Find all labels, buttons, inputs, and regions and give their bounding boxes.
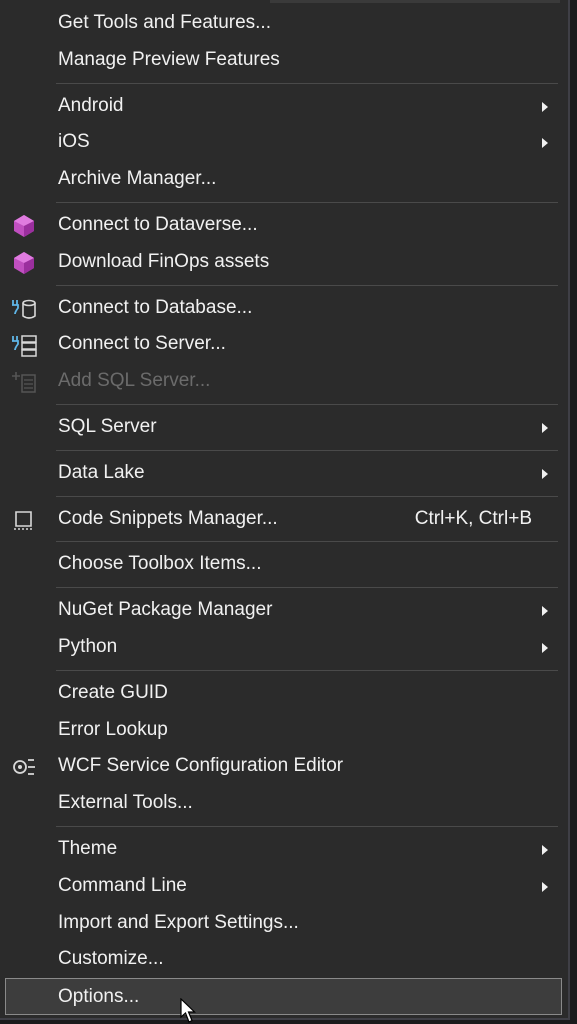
menu-item-label: Theme	[58, 837, 118, 859]
menu-item-label: Create GUID	[58, 681, 168, 703]
menu-item-command-line[interactable]: Command Line	[0, 868, 568, 905]
menu-item-code-snippets[interactable]: Code Snippets Manager... Ctrl+K, Ctrl+B	[0, 501, 568, 538]
chevron-right-icon	[542, 101, 548, 112]
menu-separator	[56, 825, 558, 827]
menu-item-label: Choose Toolbox Items...	[58, 553, 262, 575]
finops-icon	[14, 251, 34, 274]
dataverse-icon	[14, 214, 34, 237]
menu-separator	[56, 495, 558, 497]
menu-separator	[56, 201, 558, 203]
menu-item-label: Import and Export Settings...	[58, 911, 299, 933]
wcf-config-icon	[13, 759, 35, 776]
menu-item-label: Get Tools and Features...	[58, 12, 271, 33]
mouse-pointer-icon	[180, 998, 196, 1023]
menu-item-android[interactable]: Android	[0, 88, 568, 125]
menu-item-label: Connect to Server...	[58, 333, 226, 355]
menu-item-customize[interactable]: Customize...	[0, 941, 568, 978]
menu-item-label: Android	[58, 94, 124, 116]
menu-separator	[56, 669, 558, 671]
menu-top-edge	[270, 0, 560, 3]
menu-item-label: Connect to Dataverse...	[58, 213, 258, 235]
menu-separator	[56, 82, 558, 84]
menu-item-sql-server[interactable]: SQL Server	[0, 409, 568, 446]
tools-menu: Get Tools and Features... Manage Preview…	[0, 0, 570, 1020]
shortcut-text: Ctrl+K, Ctrl+B	[414, 507, 532, 529]
chevron-right-icon	[542, 422, 548, 433]
menu-item-label: External Tools...	[58, 792, 193, 814]
menu-item-label: Command Line	[58, 874, 187, 896]
menu-item-label: Code Snippets Manager...	[58, 507, 278, 529]
menu-item-label: Add SQL Server...	[58, 370, 211, 392]
menu-item-label: Options...	[58, 986, 140, 1008]
menu-item-connect-dataverse[interactable]: Connect to Dataverse...	[0, 207, 568, 244]
chevron-right-icon	[542, 138, 548, 149]
menu-item-ios[interactable]: iOS	[0, 124, 568, 161]
menu-item-nuget[interactable]: NuGet Package Manager	[0, 592, 568, 629]
menu-separator	[56, 541, 558, 543]
menu-item-archive-manager[interactable]: Archive Manager...	[0, 161, 568, 198]
menu-item-label: iOS	[58, 131, 90, 153]
menu-separator	[56, 284, 558, 286]
menu-item-add-sql-server[interactable]: Add SQL Server...	[0, 363, 568, 400]
chevron-right-icon	[542, 881, 548, 892]
menu-item-get-tools[interactable]: Get Tools and Features...	[0, 5, 568, 42]
menu-item-error-lookup[interactable]: Error Lookup	[0, 712, 568, 749]
menu-item-label: Connect to Database...	[58, 296, 253, 318]
menu-item-label: WCF Service Configuration Editor	[58, 755, 344, 777]
chevron-right-icon	[542, 606, 548, 617]
menu-separator	[56, 449, 558, 451]
menu-item-label: Data Lake	[58, 461, 145, 483]
menu-item-options[interactable]: Options...	[5, 978, 562, 1015]
menu-item-theme[interactable]: Theme	[0, 831, 568, 868]
database-plug-icon	[12, 299, 36, 319]
chevron-right-icon	[542, 642, 548, 653]
add-sql-server-icon	[12, 372, 36, 393]
menu-item-create-guid[interactable]: Create GUID	[0, 675, 568, 712]
menu-separator	[56, 403, 558, 405]
menu-item-connect-database[interactable]: Connect to Database...	[0, 290, 568, 327]
menu-item-label: Error Lookup	[58, 718, 168, 740]
menu-item-label: NuGet Package Manager	[58, 599, 273, 621]
chevron-right-icon	[542, 844, 548, 855]
menu-item-label: Download FinOps assets	[58, 250, 270, 272]
menu-separator	[56, 587, 558, 589]
server-plug-icon	[12, 335, 37, 358]
code-snippets-icon	[14, 510, 33, 530]
menu-item-label: Archive Manager...	[58, 168, 217, 190]
menu-item-python[interactable]: Python	[0, 629, 568, 666]
menu-item-label: Manage Preview Features	[58, 48, 280, 70]
menu-item-external-tools[interactable]: External Tools...	[0, 785, 568, 822]
menu-item-choose-toolbox[interactable]: Choose Toolbox Items...	[0, 546, 568, 583]
menu-item-label: Customize...	[58, 948, 164, 970]
menu-item-connect-server[interactable]: Connect to Server...	[0, 326, 568, 363]
menu-item-manage-preview[interactable]: Manage Preview Features	[0, 42, 568, 79]
menu-item-import-export[interactable]: Import and Export Settings...	[0, 905, 568, 942]
menu-item-download-finops[interactable]: Download FinOps assets	[0, 244, 568, 281]
menu-item-wcf-editor[interactable]: WCF Service Configuration Editor	[0, 748, 568, 785]
chevron-right-icon	[542, 468, 548, 479]
menu-item-label: SQL Server	[58, 415, 157, 437]
menu-item-label: Python	[58, 635, 118, 657]
menu-item-data-lake[interactable]: Data Lake	[0, 455, 568, 492]
